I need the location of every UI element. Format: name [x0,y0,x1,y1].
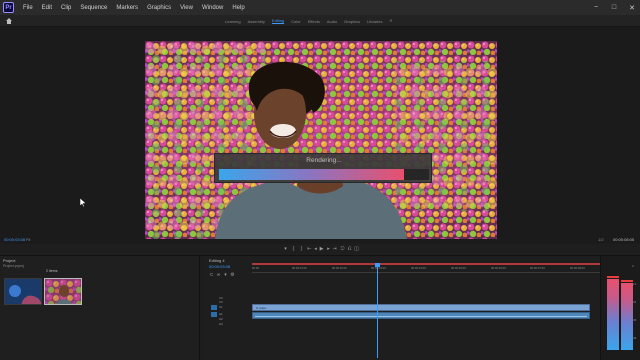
monitor-zoom-select[interactable]: Fit [26,237,30,242]
extract-button[interactable]: ⎌ [347,247,352,252]
workspace-tab-effects[interactable]: Effects [308,19,320,24]
workspace-more-button[interactable]: » [389,18,392,24]
track-target-v1[interactable] [211,305,217,310]
audio-peak-left [607,276,619,278]
snap-icon[interactable]: ⊂ [209,273,214,278]
lift-button[interactable]: ⎋ [340,247,345,252]
close-button[interactable]: ✕ [628,4,636,12]
project-clip-thumbnail[interactable] [4,278,42,305]
audio-meter-left [607,279,619,350]
wrench-icon[interactable]: ⚙ [230,273,235,278]
workspace-bar: Learning Assembly Editing Color Effects … [0,15,640,27]
program-video-frame[interactable] [145,41,497,239]
timeline-timecode[interactable]: 00:00:03:08 [209,264,230,269]
maximize-button[interactable]: □ [610,4,618,11]
rendering-progress-track [219,169,429,180]
rendering-dialog: Rendering... [214,153,432,183]
step-back-button[interactable]: ◂ [313,247,318,252]
workspace-tabs: Learning Assembly Editing Color Effects … [225,15,392,27]
track-label-a3: A3 [219,322,223,326]
menu-bar: Pr File Edit Clip Sequence Markers Graph… [0,0,640,15]
track-header-v1: V1 [209,305,249,310]
window-controls: − □ ✕ [592,0,636,15]
ruler-tick-label: 00:00:07:00 [530,266,545,270]
meter-scale-12: -12 [632,282,637,286]
mark-in-button[interactable]: { [291,247,296,252]
playhead-line[interactable] [377,263,378,358]
video-image [145,41,497,239]
linked-selection-icon[interactable]: ∞ [216,273,221,278]
home-icon[interactable] [6,18,12,24]
monitor-timecode[interactable]: 00:00:03:08 [4,237,25,242]
timeline-tools: ⊂ ∞ ▾ ⚙ [209,270,249,278]
go-to-out-button[interactable]: ⇥ [332,247,337,252]
track-label-a2: A2 [219,317,223,321]
menu-help[interactable]: Help [232,5,244,11]
export-frame-button[interactable]: ◫ [354,247,359,252]
menu-graphics[interactable]: Graphics [147,5,171,11]
clip-thumbnail-image [5,279,41,304]
minimize-button[interactable]: − [592,4,600,11]
workspace-tab-audio[interactable]: Audio [327,19,337,24]
step-forward-button[interactable]: ▸ [326,247,331,252]
play-button[interactable]: ▶ [319,247,324,252]
audio-meters: 0 -12 -24 -36 -48 [600,256,640,360]
video-clip-label: fx video [256,306,267,310]
meter-scale-48: -48 [632,336,637,340]
track-label-a1: A1 [219,312,223,316]
timeline-panel: Editing 4 00:00:03:08 ⊂ ∞ ▾ ⚙ 00:00 00:00… [205,256,600,360]
track-label-v2: V2 [219,300,223,304]
workspace-tab-color[interactable]: Color [291,19,301,24]
rendering-label: Rendering... [306,157,342,164]
menu-file[interactable]: File [23,5,33,11]
rendering-progress-fill [219,169,404,180]
mouse-cursor-icon [80,198,86,207]
menu-clip[interactable]: Clip [61,5,71,11]
project-item-count: 2 Items [46,269,58,273]
project-panel: Project Project.prproj 2 Items [0,256,200,360]
workspace-tab-learning[interactable]: Learning [225,19,241,24]
ruler-tick-label: 00:00:05:00 [451,266,466,270]
workspace-tab-libraries[interactable]: Libraries [367,19,382,24]
meter-scale-0: 0 [632,264,634,268]
timeline-audio-clip[interactable] [252,312,590,319]
track-label-v1: V1 [219,305,223,309]
menu-edit[interactable]: Edit [42,5,52,11]
ruler-tick-label: 00:00:06:00 [491,266,506,270]
menu-view[interactable]: View [180,5,193,11]
meter-scale-36: -36 [632,318,637,322]
timeline-sequence-tab[interactable]: Editing 4 [209,258,225,263]
timeline-video-clip[interactable]: fx video [252,304,590,311]
add-marker-icon[interactable]: ▾ [223,273,228,278]
transport-bar: ▾ { } ⇤ ◂ ▶ ▸ ⇥ ⎋ ⎌ ◫ [0,244,640,256]
meter-scale-24: -24 [632,300,637,304]
menu-sequence[interactable]: Sequence [80,5,107,11]
mark-out-button[interactable]: } [299,247,304,252]
timeline-ruler[interactable]: 00:00 00:00:01:00 00:00:02:00 00:00:03:00 00… [252,263,600,273]
menu-markers[interactable]: Markers [116,5,138,11]
workspace-tab-editing[interactable]: Editing [271,18,285,24]
marker-button[interactable]: ▾ [283,247,288,252]
project-path: Project.prproj [3,264,24,268]
project-tab[interactable]: Project [3,258,15,263]
workspace-tab-graphics[interactable]: Graphics [344,19,360,24]
menu-window[interactable]: Window [202,5,223,11]
ruler-tick-label: 00:00:08:00 [570,266,585,270]
go-to-in-button[interactable]: ⇤ [307,247,312,252]
ruler-tick-label: 00:00:04:00 [411,266,426,270]
project-sequence-thumbnail[interactable] [44,278,82,305]
program-monitor: 00:00:03:08 Fit 1/2 00:00:08:05 [0,27,640,244]
monitor-quality-select[interactable]: 1/2 [598,237,604,242]
ruler-tick-label: 00:00:02:00 [332,266,347,270]
ruler-tick-label: 00:00:01:00 [292,266,307,270]
monitor-duration: 00:00:08:05 [613,237,635,242]
workspace-tab-assembly[interactable]: Assembly [248,19,265,24]
sequence-thumbnail-image [45,279,81,304]
track-header-a3: A3 [209,322,249,327]
premiere-logo-icon[interactable]: Pr [3,2,14,13]
ruler-tick-label: 00:00 [252,266,259,270]
